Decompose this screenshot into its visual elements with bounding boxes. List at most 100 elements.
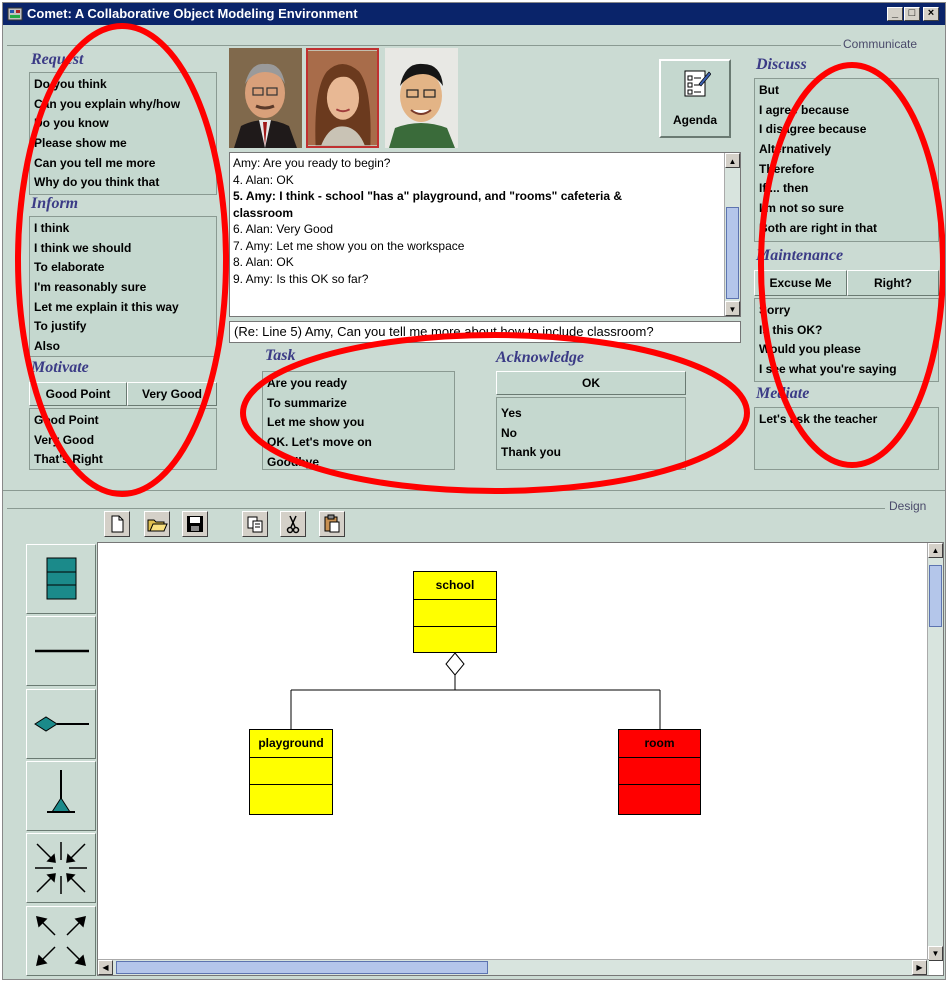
class-methods xyxy=(414,627,496,653)
paste-button[interactable] xyxy=(319,511,345,537)
acknowledge-title: Acknowledge xyxy=(496,349,584,366)
scroll-down-icon[interactable]: ▼ xyxy=(725,301,740,316)
mediate-phrase[interactable]: Let's ask the teacher xyxy=(759,410,934,430)
request-phrase[interactable]: Can you explain why/how xyxy=(34,95,212,115)
discuss-phrase[interactable]: Both are right in that xyxy=(759,219,934,239)
palette-inheritance-tool[interactable] xyxy=(26,761,96,831)
task-phrase[interactable]: To summarize xyxy=(267,394,450,414)
chat-line: classroom xyxy=(233,205,294,220)
request-phrase[interactable]: Do you know xyxy=(34,114,212,134)
inform-phrase[interactable]: Also xyxy=(34,337,212,357)
discuss-phrase[interactable]: If ... then xyxy=(759,179,934,199)
class-box-room[interactable]: room xyxy=(618,729,701,815)
task-phrase-list: Are you ready To summarize Let me show y… xyxy=(262,371,455,470)
discuss-phrase[interactable]: I disagree because xyxy=(759,120,934,140)
class-attributes xyxy=(619,758,700,785)
scroll-down-icon[interactable]: ▼ xyxy=(928,946,943,961)
task-phrase[interactable]: Let me show you xyxy=(267,413,450,433)
communicate-border xyxy=(7,45,843,46)
scroll-left-icon[interactable]: ◀ xyxy=(98,960,113,975)
canvas-hscroll-thumb[interactable] xyxy=(116,961,488,974)
canvas-horizontal-scrollbar[interactable]: ◀ ▶ xyxy=(98,959,929,975)
canvas-vscroll-thumb[interactable] xyxy=(929,565,942,627)
motivate-phrase-list: Good Point Very Good That's Right xyxy=(29,408,217,470)
acknowledge-phrase-list: Yes No Thank you xyxy=(496,397,686,470)
maintenance-title: Maintenance xyxy=(756,247,844,264)
discuss-phrase[interactable]: But xyxy=(759,81,934,101)
inform-phrase[interactable]: I'm reasonably sure xyxy=(34,278,212,298)
discuss-phrase-list: But I agree because I disagree because A… xyxy=(754,78,939,242)
request-phrase[interactable]: Can you tell me more xyxy=(34,154,212,174)
acknowledge-phrase[interactable]: Yes xyxy=(501,404,681,424)
inform-phrase[interactable]: To justify xyxy=(34,317,212,337)
message-input[interactable]: (Re: Line 5) Amy, Can you tell me more a… xyxy=(229,321,741,343)
scroll-up-icon[interactable]: ▲ xyxy=(928,543,943,558)
inform-phrase[interactable]: Let me explain it this way xyxy=(34,298,212,318)
chat-line: Amy: Are you ready to begin? xyxy=(233,156,391,170)
open-file-button[interactable] xyxy=(144,511,170,537)
class-attributes xyxy=(250,758,332,785)
discuss-phrase[interactable]: Therefore xyxy=(759,160,934,180)
good-point-button[interactable]: Good Point xyxy=(29,382,127,406)
inform-phrase[interactable]: I think we should xyxy=(34,239,212,259)
chat-log[interactable]: Amy: Are you ready to begin? 4. Alan: OK… xyxy=(229,152,741,317)
very-good-button[interactable]: Very Good xyxy=(127,382,217,406)
chat-line: 4. Alan: OK xyxy=(233,172,294,187)
acknowledge-phrase[interactable]: Thank you xyxy=(501,443,681,463)
inheritance-arrow-icon xyxy=(47,770,75,813)
right-question-button[interactable]: Right? xyxy=(847,270,939,296)
task-phrase[interactable]: Goodbye xyxy=(267,453,450,473)
scissors-icon xyxy=(286,515,300,534)
clipboard-icon xyxy=(324,514,340,533)
request-phrase-list: Do you think Can you explain why/how Do … xyxy=(29,72,217,195)
motivate-phrase[interactable]: Very Good xyxy=(34,431,212,451)
scroll-up-icon[interactable]: ▲ xyxy=(725,153,740,168)
inform-phrase[interactable]: To elaborate xyxy=(34,258,212,278)
excuse-me-button[interactable]: Excuse Me xyxy=(754,270,847,296)
agenda-icon xyxy=(684,70,711,97)
inform-phrase[interactable]: I think xyxy=(34,219,212,239)
request-phrase[interactable]: Do you think xyxy=(34,75,212,95)
maintenance-phrase[interactable]: Is this OK? xyxy=(759,321,934,341)
palette-association-tool[interactable] xyxy=(26,616,96,686)
agenda-button[interactable]: Agenda xyxy=(659,59,731,138)
maintenance-phrase[interactable]: I see what you're saying xyxy=(759,360,934,380)
design-canvas[interactable]: school playground room ▲ ▼ ◀ ▶ xyxy=(97,542,944,976)
ok-button[interactable]: OK xyxy=(496,371,686,395)
copy-button[interactable] xyxy=(242,511,268,537)
palette-zoom-in-tool[interactable] xyxy=(26,833,96,903)
maintenance-phrase[interactable]: Would you please xyxy=(759,340,934,360)
palette-aggregation-tool[interactable] xyxy=(26,689,96,759)
class-box-school[interactable]: school xyxy=(413,571,497,653)
palette-zoom-out-tool[interactable] xyxy=(26,906,96,976)
request-title: Request xyxy=(31,51,84,68)
discuss-phrase[interactable]: I agree because xyxy=(759,101,934,121)
discuss-phrase[interactable]: I'm not so sure xyxy=(759,199,934,219)
chat-scrollbar[interactable]: ▲ ▼ xyxy=(724,153,740,316)
motivate-phrase[interactable]: Good Point xyxy=(34,411,212,431)
canvas-vertical-scrollbar[interactable]: ▲ ▼ xyxy=(927,543,943,961)
request-phrase[interactable]: Please show me xyxy=(34,134,212,154)
palette-class-tool[interactable] xyxy=(26,544,96,614)
task-phrase[interactable]: OK. Let's move on xyxy=(267,433,450,453)
chat-scroll-thumb[interactable] xyxy=(726,207,739,299)
scroll-right-icon[interactable]: ▶ xyxy=(912,960,927,975)
association-lines xyxy=(290,652,661,729)
request-phrase[interactable]: Why do you think that xyxy=(34,173,212,193)
class-box-icon xyxy=(46,557,77,600)
discuss-phrase[interactable]: Alternatively xyxy=(759,140,934,160)
cut-button[interactable] xyxy=(280,511,306,537)
inform-phrase-list: I think I think we should To elaborate I… xyxy=(29,216,217,357)
window-title: Comet: A Collaborative Object Modeling E… xyxy=(27,6,358,21)
motivate-phrase[interactable]: That's Right xyxy=(34,450,212,470)
close-button[interactable]: × xyxy=(923,7,939,21)
class-box-playground[interactable]: playground xyxy=(249,729,333,815)
acknowledge-phrase[interactable]: No xyxy=(501,424,681,444)
maintenance-phrase[interactable]: Sorry xyxy=(759,301,934,321)
minimize-button[interactable]: _ xyxy=(887,7,903,21)
task-phrase[interactable]: Are you ready xyxy=(267,374,450,394)
app-icon xyxy=(7,7,23,21)
new-file-button[interactable] xyxy=(104,511,130,537)
save-button[interactable] xyxy=(182,511,208,537)
maximize-button[interactable]: □ xyxy=(904,7,920,21)
